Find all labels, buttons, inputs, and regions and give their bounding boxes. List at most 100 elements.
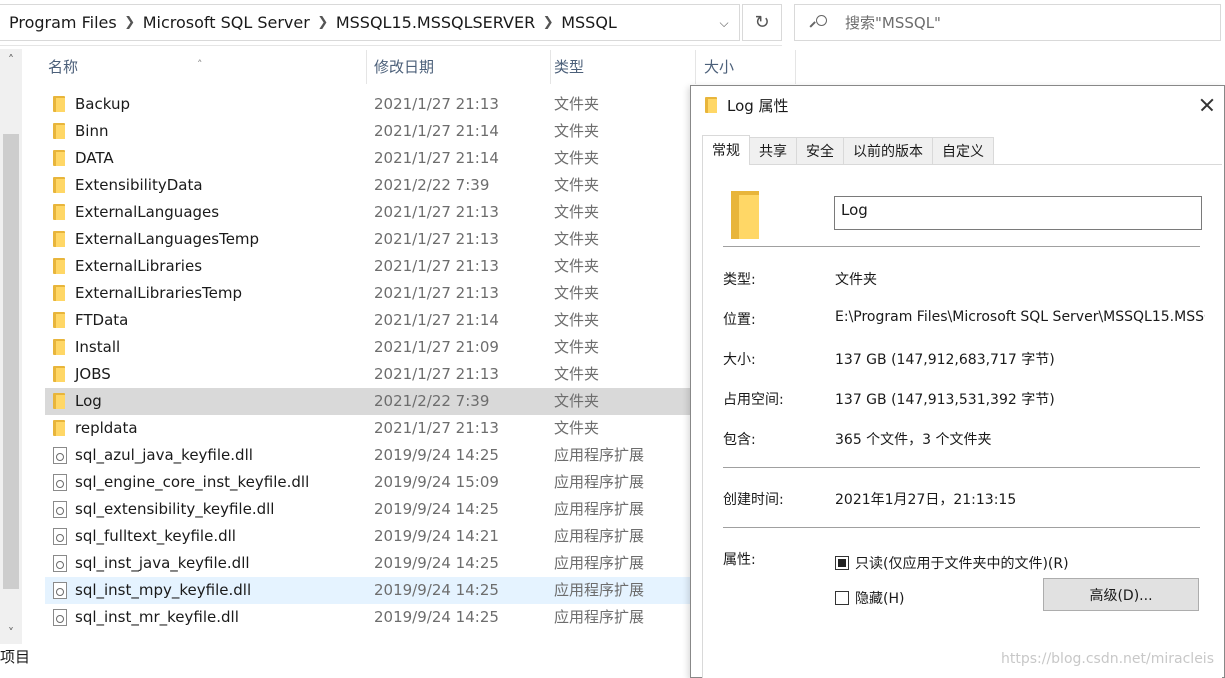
file-name[interactable]: sql_inst_mr_keyfile.dll: [75, 604, 239, 631]
vertical-scrollbar[interactable]: ˄ ˅: [0, 49, 22, 644]
file-date: 2021/1/27 21:13: [374, 284, 499, 302]
file-row[interactable]: ExternalLibrariesTemp 2021/1/27 21:13 文件夹: [45, 280, 795, 307]
file-name[interactable]: DATA: [75, 145, 114, 172]
column-header-label: 名称: [48, 58, 79, 76]
file-row[interactable]: DATA 2021/1/27 21:14 文件夹: [45, 145, 795, 172]
file-name[interactable]: Binn: [75, 118, 108, 145]
breadcrumb-item[interactable]: Microsoft SQL Server: [143, 13, 310, 32]
file-row[interactable]: Install 2021/1/27 21:09 文件夹: [45, 334, 795, 361]
readonly-checkbox-row[interactable]: 只读(仅应用于文件夹中的文件)(R): [835, 553, 1069, 573]
tab-sharing[interactable]: 共享: [749, 137, 797, 165]
file-row[interactable]: Log 2021/2/22 7:39 文件夹: [45, 388, 795, 415]
file-name[interactable]: sql_extensibility_keyfile.dll: [75, 496, 274, 523]
file-row[interactable]: sql_inst_mr_keyfile.dll 2019/9/24 14:25 应用…: [45, 604, 795, 631]
folder-icon: [731, 189, 761, 239]
file-row[interactable]: Backup 2021/1/27 21:13 文件夹: [45, 91, 795, 118]
file-row[interactable]: JOBS 2021/1/27 21:13 文件夹: [45, 361, 795, 388]
tab-customize[interactable]: 自定义: [932, 137, 994, 165]
file-date: 2019/9/24 14:25: [374, 581, 499, 599]
file-name[interactable]: sql_azul_java_keyfile.dll: [75, 442, 253, 469]
readonly-checkbox[interactable]: [835, 556, 849, 570]
file-row[interactable]: repldata 2021/1/27 21:13 文件夹: [45, 415, 795, 442]
file-name[interactable]: JOBS: [75, 361, 111, 388]
readonly-label[interactable]: 只读(仅应用于文件夹中的文件)(R): [855, 553, 1069, 573]
file-name[interactable]: FTData: [75, 307, 128, 334]
file-row[interactable]: sql_extensibility_keyfile.dll 2019/9/24 1…: [45, 496, 795, 523]
file-name[interactable]: ExtensibilityData: [75, 172, 203, 199]
file-name[interactable]: ExternalLibrariesTemp: [75, 280, 242, 307]
size-value: 137 GB (147,912,683,717 字节): [835, 352, 1055, 368]
chevron-right-icon[interactable]: ❯: [535, 15, 561, 30]
divider: [723, 527, 1200, 528]
file-name[interactable]: sql_engine_core_inst_keyfile.dll: [75, 469, 309, 496]
dll-icon: [53, 474, 69, 491]
tab-security[interactable]: 安全: [796, 137, 844, 165]
attributes-label: 属性:: [723, 552, 756, 568]
file-name[interactable]: sql_fulltext_keyfile.dll: [75, 523, 236, 550]
column-header-name[interactable]: 名称 ˄: [45, 50, 367, 84]
file-date: 2021/1/27 21:13: [374, 230, 499, 248]
refresh-button[interactable]: ↻: [742, 4, 782, 41]
file-type: 文件夹: [554, 203, 600, 221]
file-type: 文件夹: [554, 95, 600, 113]
file-row[interactable]: Binn 2021/1/27 21:14 文件夹: [45, 118, 795, 145]
file-type: 文件夹: [554, 284, 600, 302]
folder-icon: [53, 150, 69, 166]
dialog-title: Log 属性: [727, 96, 789, 115]
chevron-right-icon[interactable]: ❯: [310, 15, 336, 30]
column-header-size[interactable]: 大小: [701, 50, 796, 84]
column-header-type[interactable]: 类型: [551, 50, 696, 84]
file-name[interactable]: sql_inst_java_keyfile.dll: [75, 550, 250, 577]
file-date: 2021/1/27 21:13: [374, 95, 499, 113]
divider: [723, 246, 1200, 247]
file-date: 2021/1/27 21:13: [374, 203, 499, 221]
dialog-title-bar[interactable]: Log 属性: [691, 86, 1224, 124]
chevron-right-icon[interactable]: ❯: [117, 15, 143, 30]
search-input[interactable]: [845, 13, 1205, 32]
file-name[interactable]: Backup: [75, 91, 130, 118]
dll-icon: [53, 582, 69, 599]
file-name[interactable]: ExternalLibraries: [75, 253, 202, 280]
file-row[interactable]: sql_engine_core_inst_keyfile.dll 2019/9/2…: [45, 469, 795, 496]
hidden-label[interactable]: 隐藏(H): [855, 588, 904, 608]
tab-previous-versions[interactable]: 以前的版本: [843, 137, 933, 165]
file-row[interactable]: sql_inst_java_keyfile.dll 2019/9/24 14:25…: [45, 550, 795, 577]
file-row[interactable]: ExtensibilityData 2021/2/22 7:39 文件夹: [45, 172, 795, 199]
breadcrumb-item[interactable]: MSSQL15.MSSQLSERVER: [336, 13, 535, 32]
scrollbar-thumb[interactable]: [3, 134, 19, 589]
file-row[interactable]: FTData 2021/1/27 21:14 文件夹: [45, 307, 795, 334]
file-date: 2021/1/27 21:13: [374, 419, 499, 437]
file-name[interactable]: Install: [75, 334, 120, 361]
file-row[interactable]: ExternalLanguages 2021/1/27 21:13 文件夹: [45, 199, 795, 226]
folder-icon: [53, 231, 69, 247]
file-name[interactable]: ExternalLanguagesTemp: [75, 226, 259, 253]
hidden-checkbox[interactable]: [835, 591, 849, 605]
advanced-button[interactable]: 高级(D)...: [1043, 578, 1199, 611]
file-name[interactable]: repldata: [75, 415, 138, 442]
breadcrumb-item[interactable]: MSSQL: [561, 13, 617, 32]
address-bar: Program Files ❯ Microsoft SQL Server ❯ M…: [0, 0, 782, 46]
file-name[interactable]: Log: [75, 388, 102, 415]
close-icon[interactable]: [1196, 94, 1218, 116]
file-type: 文件夹: [554, 122, 600, 140]
file-name[interactable]: ExternalLanguages: [75, 199, 219, 226]
hidden-checkbox-row[interactable]: 隐藏(H): [835, 588, 904, 608]
file-row[interactable]: ExternalLanguagesTemp 2021/1/27 21:13 文件夹: [45, 226, 795, 253]
scroll-up-icon[interactable]: ˄: [0, 49, 22, 71]
file-row[interactable]: ExternalLibraries 2021/1/27 21:13 文件夹: [45, 253, 795, 280]
chevron-down-icon[interactable]: ⌵: [715, 14, 733, 32]
folder-name-field[interactable]: [834, 196, 1202, 230]
breadcrumb-item[interactable]: Program Files: [9, 13, 117, 32]
column-header-date[interactable]: 修改日期: [371, 50, 551, 84]
tab-general[interactable]: 常规: [702, 135, 750, 165]
breadcrumb[interactable]: Program Files ❯ Microsoft SQL Server ❯ M…: [0, 4, 740, 41]
search-box[interactable]: [794, 4, 1221, 41]
file-row[interactable]: sql_inst_mpy_keyfile.dll 2019/9/24 14:25 应…: [45, 577, 795, 604]
file-name[interactable]: sql_inst_mpy_keyfile.dll: [75, 577, 251, 604]
file-row[interactable]: sql_azul_java_keyfile.dll 2019/9/24 14:25…: [45, 442, 795, 469]
file-row[interactable]: sql_fulltext_keyfile.dll 2019/9/24 14:21 应…: [45, 523, 795, 550]
scroll-down-icon[interactable]: ˅: [0, 622, 22, 644]
file-date: 2019/9/24 15:09: [374, 473, 499, 491]
dll-icon: [53, 555, 69, 572]
location-value[interactable]: E:\Program Files\Microsoft SQL Server\MS…: [835, 309, 1205, 325]
